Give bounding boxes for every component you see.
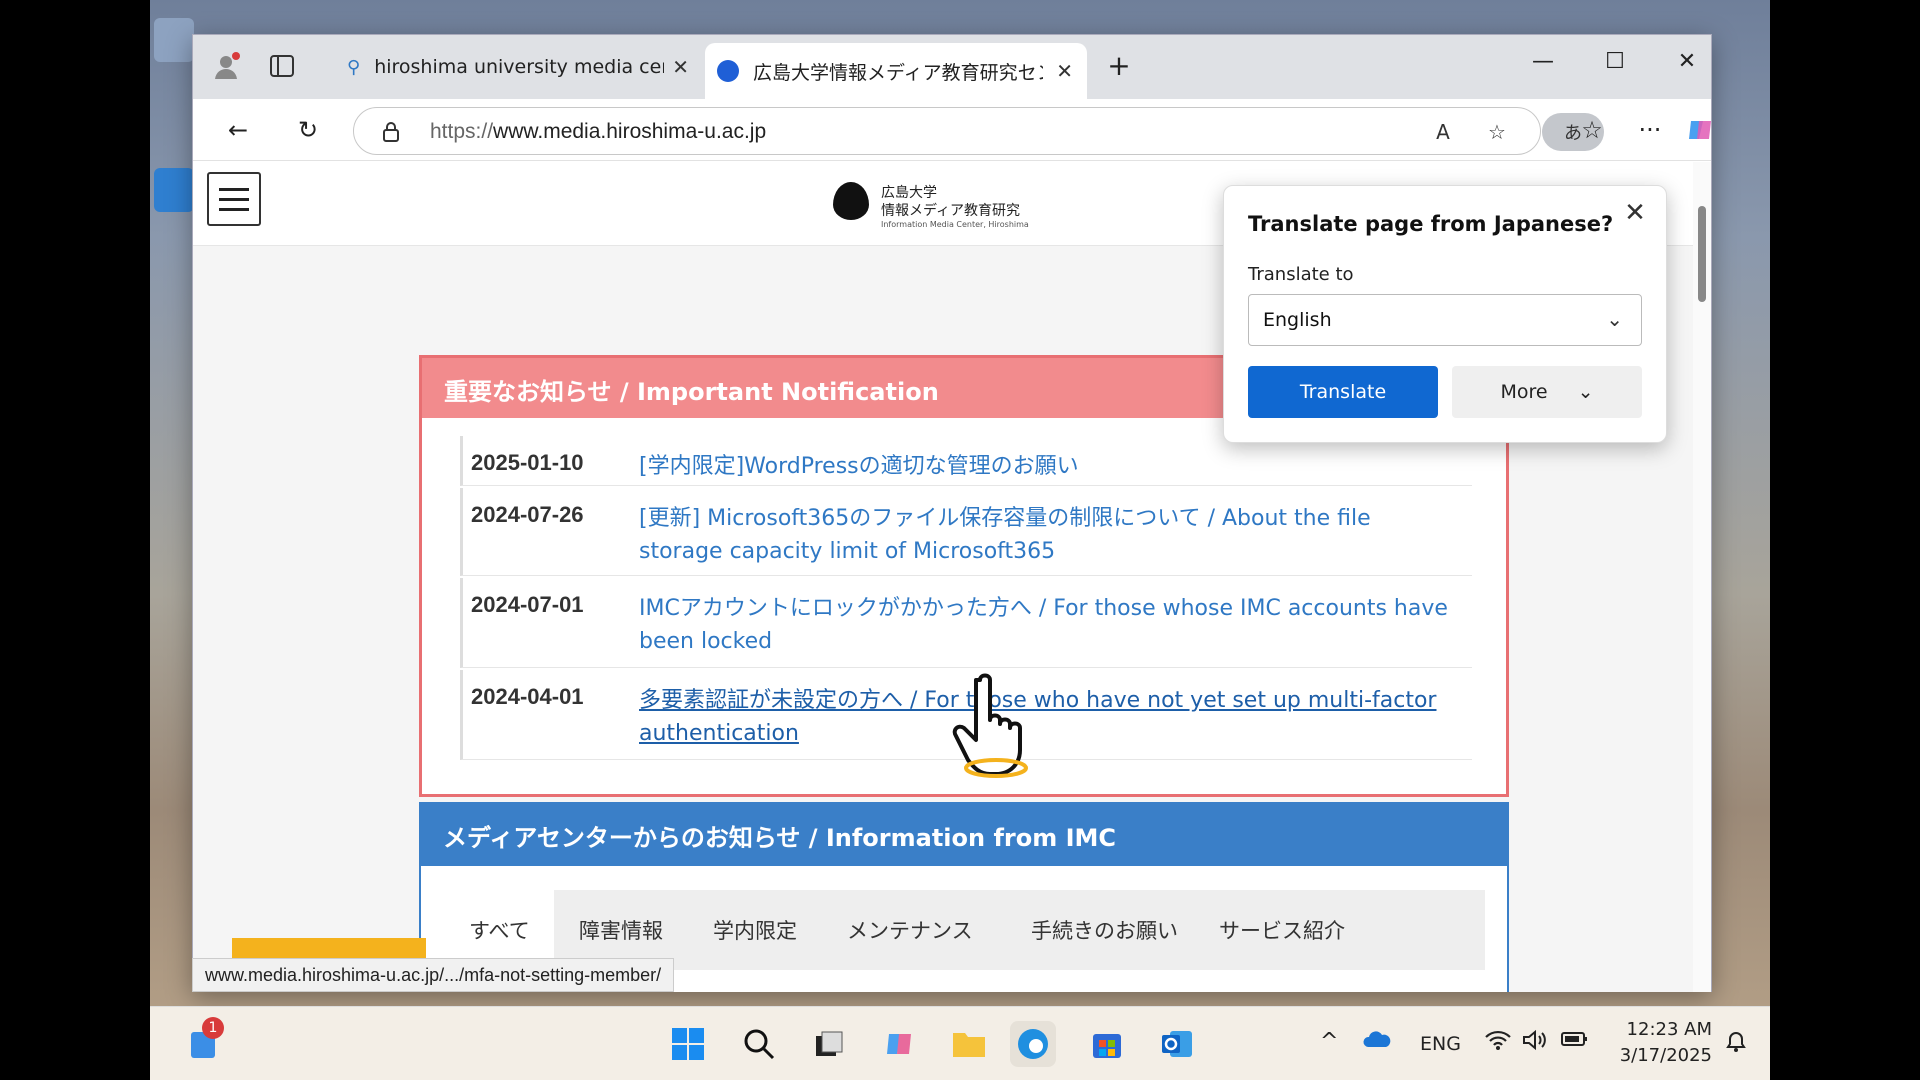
more-options-icon[interactable]: ···	[1631, 111, 1669, 149]
copilot-icon[interactable]	[1681, 111, 1719, 149]
tab-campus-only[interactable]: 学内限定	[689, 890, 821, 970]
store-icon[interactable]	[1084, 1021, 1130, 1067]
news-date: 2025-01-10	[471, 450, 584, 475]
news-date: 2024-04-01	[471, 684, 584, 709]
copilot-icon[interactable]	[876, 1021, 922, 1067]
read-aloud-icon[interactable]: A	[1424, 113, 1462, 151]
page-scrollbar[interactable]	[1693, 162, 1711, 992]
vertical-tabs-icon[interactable]	[263, 47, 301, 85]
tab-procedures[interactable]: 手続きのお願い	[1007, 890, 1202, 970]
tab-search[interactable]: ⚲ hiroshima university media center ✕	[333, 35, 703, 99]
address-bar[interactable]: https://www.media.hiroshima-u.ac.jp あ A …	[353, 107, 1604, 155]
tab-maintenance[interactable]: メンテナンス	[823, 890, 997, 970]
outlook-icon[interactable]	[1154, 1021, 1200, 1067]
news-link[interactable]: IMCアカウントにロックがかかった方へ / For those whose IM…	[639, 592, 1449, 658]
url-host: www.media.hiroshima-u.ac.jp	[493, 120, 767, 143]
tab-services[interactable]: サービス紹介	[1195, 890, 1369, 970]
news-link-mfa[interactable]: 多要素認証が未設定の方へ / For those who have not ye…	[639, 684, 1449, 750]
clock-date[interactable]: 3/17/2025	[1616, 1045, 1712, 1066]
news-date: 2024-07-01	[471, 592, 584, 617]
new-tab-button[interactable]: +	[1099, 49, 1139, 82]
maximize-button[interactable]: ☐	[1595, 49, 1635, 74]
taskbar: 1 ^ ENG 12:23 AM 3/17/2025	[150, 1006, 1770, 1080]
selected-language: English	[1263, 309, 1332, 331]
hand-cursor-icon	[952, 673, 1028, 778]
onedrive-icon[interactable]	[1362, 1029, 1392, 1055]
partial-banner	[232, 938, 426, 958]
browser-window: ⚲ hiroshima university media center ✕ 広島…	[192, 34, 1712, 992]
news-item: 2025-01-10 [学内限定]WordPressの適切な管理のお願い	[460, 436, 1472, 486]
back-button[interactable]: ←	[219, 111, 257, 149]
tab-strip: ⚲ hiroshima university media center ✕ 広島…	[193, 35, 1711, 99]
tab-title: 広島大学情報メディア教育研究センター	[753, 61, 1043, 84]
news-link[interactable]: [更新] Microsoft365のファイル保存容量の制限について / Abou…	[639, 502, 1449, 568]
translate-popup: Translate page from Japanese? ✕ Translat…	[1223, 185, 1667, 443]
start-icon[interactable]	[665, 1021, 711, 1067]
logo-line1: 広島大学	[881, 185, 937, 201]
url-scheme: https://	[430, 120, 494, 143]
desktop: ⚲ hiroshima university media center ✕ 広島…	[150, 0, 1770, 1080]
logo-mark-icon	[833, 182, 869, 220]
news-item: 2024-07-01 IMCアカウントにロックがかかった方へ / For tho…	[460, 578, 1472, 668]
file-explorer-icon[interactable]	[946, 1021, 992, 1067]
refresh-button[interactable]: ↻	[289, 111, 327, 149]
more-button-label: More	[1500, 381, 1548, 403]
more-button[interactable]: More ⌄	[1452, 366, 1642, 418]
desktop-icon-recycle-bin[interactable]	[154, 18, 194, 62]
close-icon[interactable]: ✕	[672, 55, 689, 79]
lock-icon[interactable]	[372, 113, 410, 151]
translate-to-label: Translate to	[1248, 264, 1354, 285]
wifi-icon[interactable]	[1484, 1029, 1512, 1057]
status-bar-url: www.media.hiroshima-u.ac.jp/.../mfa-not-…	[192, 958, 675, 992]
battery-icon[interactable]	[1560, 1029, 1588, 1055]
notification-center-icon[interactable]	[1724, 1029, 1748, 1059]
close-icon[interactable]: ✕	[1056, 59, 1073, 83]
favorites-icon[interactable]: ☆	[1573, 111, 1611, 149]
tab-active[interactable]: 広島大学情報メディア教育研究センター ✕	[705, 43, 1087, 99]
chevron-down-icon: ⌄	[1606, 307, 1623, 331]
task-view-icon[interactable]	[806, 1021, 852, 1067]
translate-button[interactable]: Translate	[1248, 366, 1438, 418]
minimize-button[interactable]: —	[1523, 49, 1563, 74]
notification-badge: 1	[202, 1017, 224, 1039]
search-icon: ⚲	[347, 56, 361, 78]
language-indicator[interactable]: ENG	[1420, 1033, 1461, 1055]
chevron-down-icon: ⌄	[1577, 381, 1594, 403]
site-logo[interactable]: 広島大学 情報メディア教育研究 Information Media Center…	[833, 174, 1043, 234]
language-select[interactable]: English ⌄	[1248, 294, 1642, 346]
chevron-up-icon[interactable]: ^	[1320, 1029, 1338, 1054]
close-icon[interactable]: ✕	[1618, 198, 1652, 232]
information-title: メディアセンターからのお知らせ / Information from IMC	[421, 804, 1507, 866]
search-icon[interactable]	[736, 1021, 782, 1067]
logo-line2: 情報メディア教育研究	[881, 203, 1021, 219]
news-date: 2024-07-26	[471, 502, 584, 527]
volume-icon[interactable]	[1522, 1029, 1548, 1057]
news-item: 2024-07-26 [更新] Microsoft365のファイル保存容量の制限…	[460, 488, 1472, 576]
hamburger-menu-button[interactable]	[207, 172, 261, 226]
close-window-button[interactable]: ✕	[1667, 49, 1707, 74]
translate-popup-title: Translate page from Japanese?	[1248, 212, 1614, 236]
tab-title: hiroshima university media center	[374, 56, 664, 78]
url-text: https://www.media.hiroshima-u.ac.jp	[430, 120, 766, 144]
scrollbar-thumb[interactable]	[1698, 206, 1706, 302]
browser-toolbar: ← ↻ https://www.media.hiroshima-u.ac.jp …	[193, 99, 1711, 161]
clock-time[interactable]: 12:23 AM	[1616, 1019, 1712, 1040]
favorite-star-icon[interactable]: ☆	[1478, 113, 1516, 151]
news-link[interactable]: [学内限定]WordPressの適切な管理のお願い	[639, 450, 1449, 483]
edge-icon[interactable]	[1010, 1021, 1056, 1067]
profile-icon[interactable]	[207, 47, 245, 85]
logo-line3: Information Media Center, Hiroshima	[881, 220, 1029, 229]
desktop-icon-edge[interactable]	[154, 168, 194, 212]
hiroshima-university-favicon	[717, 60, 739, 82]
